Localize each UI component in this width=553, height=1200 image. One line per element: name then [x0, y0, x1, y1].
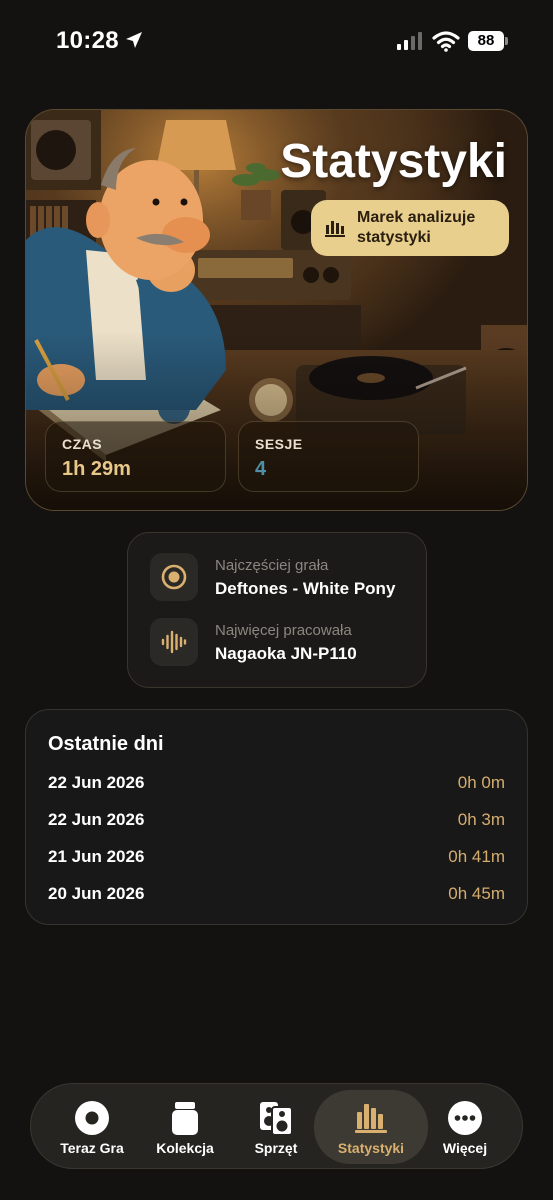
record-target-icon	[150, 553, 198, 601]
day-duration: 0h 41m	[448, 847, 505, 866]
more-icon	[448, 1101, 482, 1135]
tab-label: Więcej	[442, 1140, 488, 1156]
most-played-label: Najczęściej grała	[215, 557, 329, 574]
tab-label: Kolekcja	[156, 1140, 214, 1156]
day-duration: 0h 45m	[448, 884, 505, 903]
day-date: 22 Jun 2026	[48, 773, 145, 792]
tab-label: Teraz Gra	[60, 1140, 124, 1156]
day-date: 22 Jun 2026	[48, 810, 145, 829]
battery-indicator: 88	[468, 31, 504, 51]
highlights-card: Najczęściej grała Deftones - White Pony …	[127, 532, 427, 688]
most-played-value: Deftones - White Pony	[215, 579, 396, 598]
day-row[interactable]: 21 Jun 2026 0h 41m	[48, 847, 505, 871]
record-icon	[75, 1101, 109, 1135]
hero-card: Statystyki Marek analizuje statystyki CZ…	[25, 109, 528, 511]
tab-more[interactable]: Więcej	[415, 1084, 515, 1170]
stat-card-sessions: SESJE 4	[238, 421, 419, 492]
jar-icon	[172, 1102, 198, 1135]
wifi-icon	[432, 31, 460, 52]
tab-bar: Teraz Gra Kolekcja Sprzęt Statystyki Wię…	[30, 1083, 523, 1169]
stat-value-sessions: 4	[255, 458, 267, 480]
stat-label-sessions: SESJE	[255, 436, 303, 452]
battery-tip	[505, 37, 508, 45]
most-worked-row[interactable]: Najwięcej pracowała Nagaoka JN-P110	[150, 618, 410, 666]
day-row[interactable]: 22 Jun 2026 0h 3m	[48, 810, 505, 834]
status-time: 10:28	[56, 27, 119, 54]
day-row[interactable]: 22 Jun 2026 0h 0m	[48, 773, 505, 797]
recent-days-card: Ostatnie dni 22 Jun 2026 0h 0m 22 Jun 20…	[25, 709, 528, 925]
stat-card-time: CZAS 1h 29m	[45, 421, 226, 492]
day-row[interactable]: 20 Jun 2026 0h 45m	[48, 884, 505, 908]
day-date: 21 Jun 2026	[48, 847, 145, 866]
tab-now-playing[interactable]: Teraz Gra	[42, 1084, 142, 1170]
analysis-badge[interactable]: Marek analizuje statystyki	[311, 200, 509, 256]
location-arrow-icon	[126, 32, 142, 48]
tab-label: Statystyki	[337, 1140, 405, 1156]
stat-value-time: 1h 29m	[62, 458, 131, 480]
bar-chart-icon	[325, 221, 345, 237]
most-worked-value: Nagaoka JN-P110	[215, 644, 357, 663]
stat-label-time: CZAS	[62, 436, 103, 452]
tab-label: Sprzęt	[254, 1140, 298, 1156]
analysis-badge-label: Marek analizuje statystyki	[357, 209, 476, 246]
day-duration: 0h 3m	[457, 810, 505, 829]
day-date: 20 Jun 2026	[48, 884, 145, 903]
waveform-icon	[150, 618, 198, 666]
speakers-icon	[260, 1102, 293, 1136]
cellular-signal-icon	[397, 32, 422, 50]
page-title: Statystyki	[280, 135, 507, 188]
tab-equipment[interactable]: Sprzęt	[226, 1084, 326, 1170]
recent-days-title: Ostatnie dni	[48, 733, 164, 755]
tab-statistics[interactable]: Statystyki	[314, 1090, 428, 1164]
most-worked-label: Najwięcej pracowała	[215, 622, 352, 639]
most-played-row[interactable]: Najczęściej grała Deftones - White Pony	[150, 553, 410, 601]
status-bar: 10:28 88	[0, 0, 553, 80]
bar-chart-icon	[355, 1104, 387, 1133]
tab-collection[interactable]: Kolekcja	[135, 1084, 235, 1170]
day-duration: 0h 0m	[457, 773, 505, 792]
